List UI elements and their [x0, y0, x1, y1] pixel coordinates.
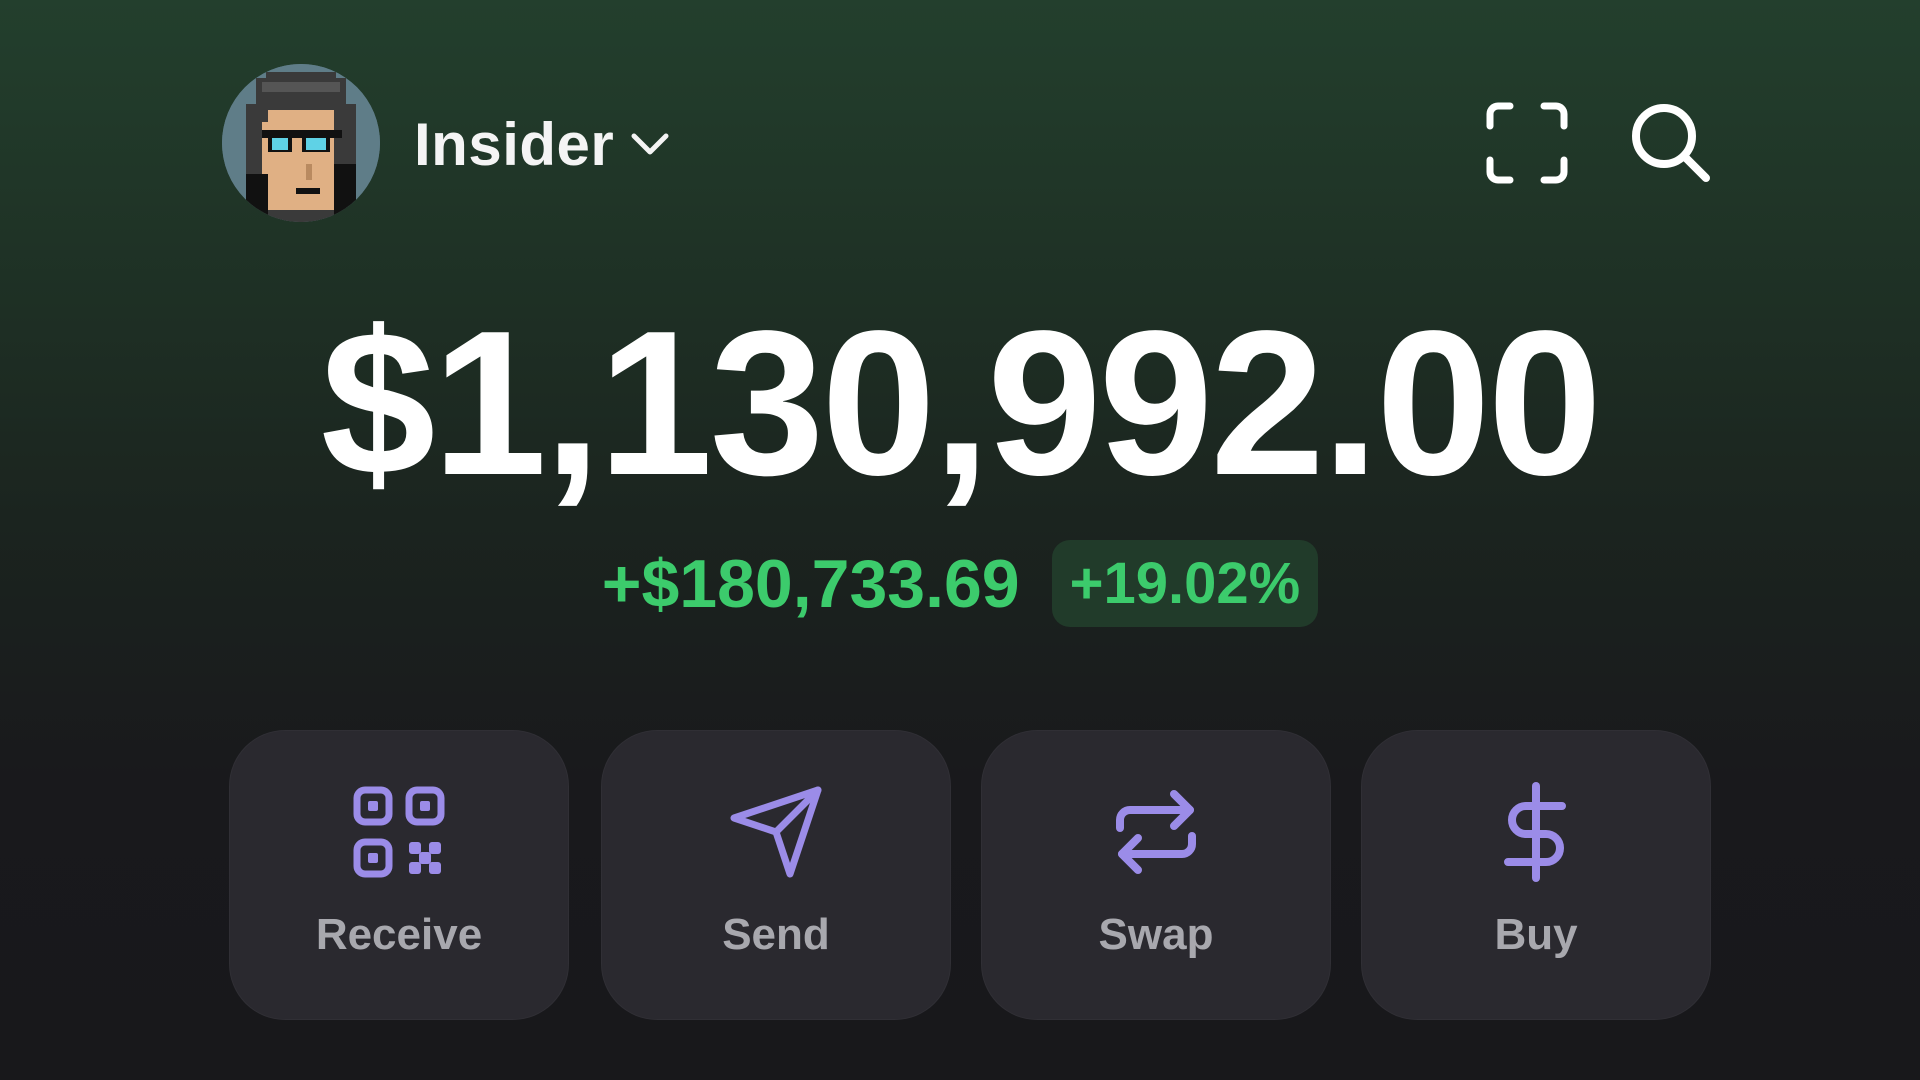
buy-label: Buy: [1494, 910, 1578, 959]
avatar[interactable]: [222, 64, 380, 222]
action-buttons: Receive Send Swap Buy: [229, 730, 1713, 1020]
send-icon: [730, 786, 822, 878]
swap-icon: [1116, 790, 1196, 874]
account-switcher[interactable]: Insider: [414, 108, 672, 180]
buy-button[interactable]: Buy: [1361, 730, 1711, 1020]
chevron-down-icon: [631, 133, 669, 155]
scan-icon: [1486, 102, 1568, 184]
swap-button[interactable]: Swap: [981, 730, 1331, 1020]
dollar-icon: [1504, 782, 1566, 882]
search-icon: [1632, 104, 1710, 182]
account-name: Insider: [414, 110, 615, 178]
pixel-punk-avatar-icon: [222, 64, 380, 222]
change-percent-badge: +19.02%: [1051, 540, 1319, 627]
swap-label: Swap: [1098, 910, 1214, 959]
header: Insider: [222, 64, 1712, 224]
receive-label: Receive: [315, 910, 483, 959]
qr-code-icon: [353, 786, 445, 878]
balance-section: $1,130,992.00 +$180,733.69 +19.02%: [0, 300, 1920, 627]
scan-button[interactable]: [1484, 100, 1570, 186]
send-button[interactable]: Send: [601, 730, 951, 1020]
balance-change-row: +$180,733.69 +19.02%: [0, 540, 1920, 627]
receive-button[interactable]: Receive: [229, 730, 569, 1020]
search-button[interactable]: [1628, 100, 1714, 186]
total-balance: $1,130,992.00: [320, 288, 1602, 518]
send-label: Send: [722, 910, 830, 959]
change-amount: +$180,733.69: [601, 545, 1020, 622]
